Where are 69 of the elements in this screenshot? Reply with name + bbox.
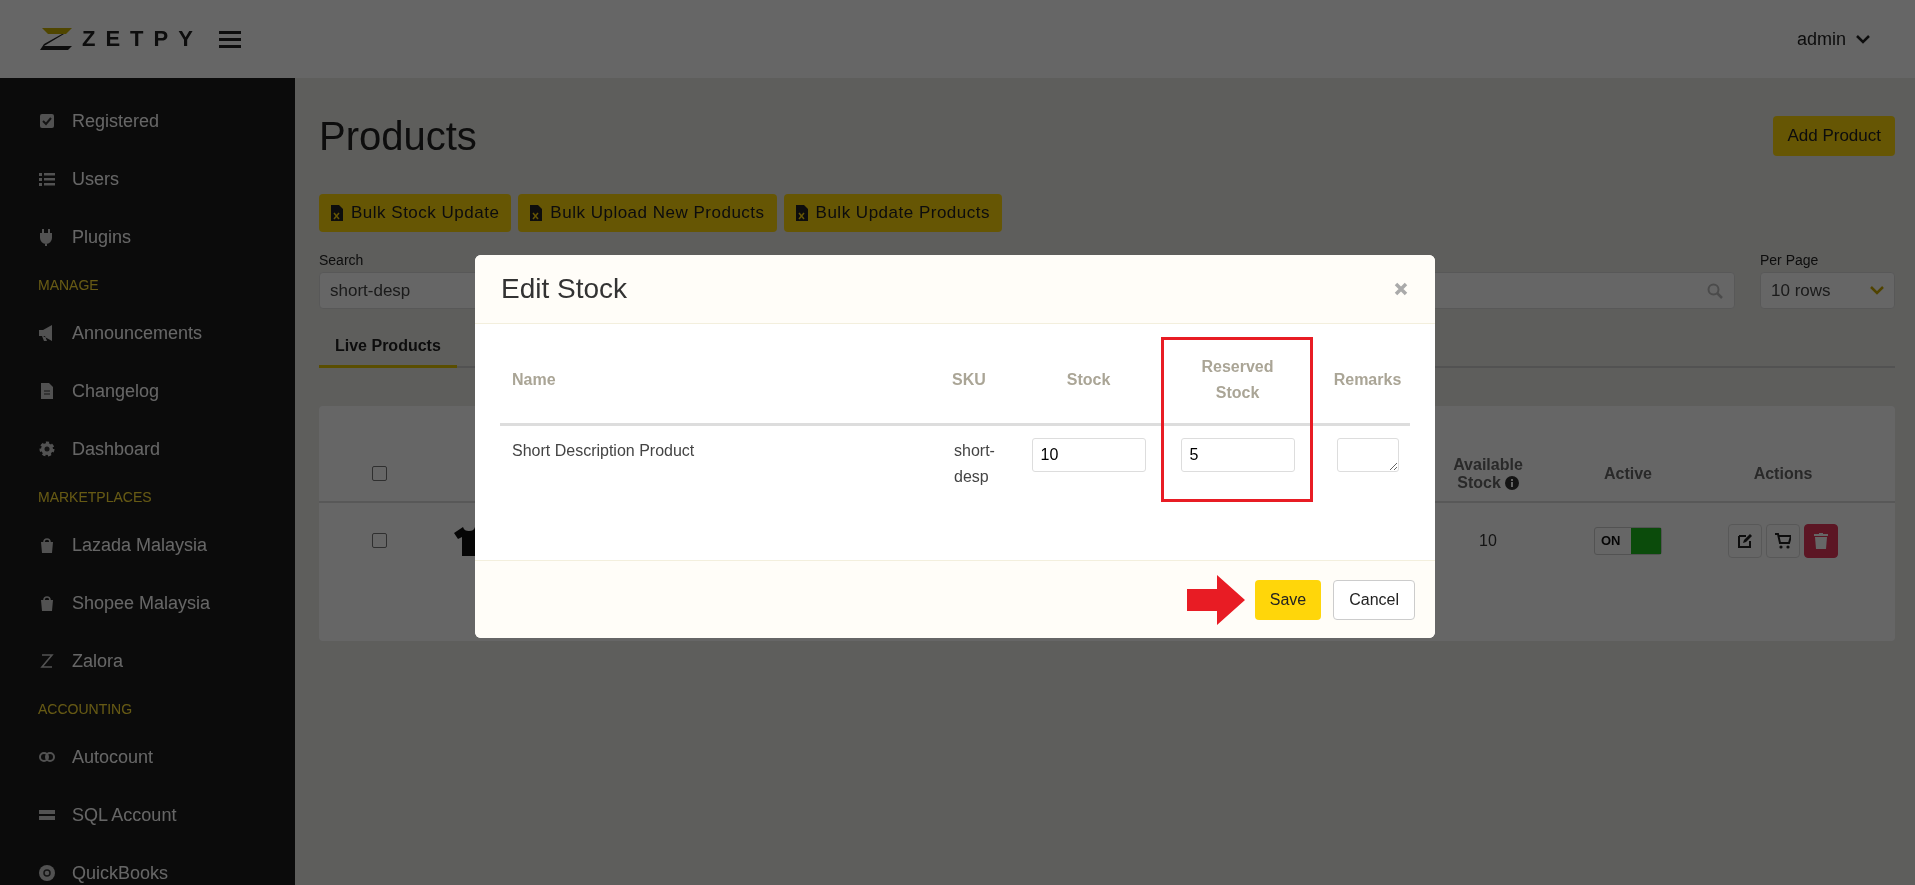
checkbox[interactable] bbox=[371, 466, 387, 481]
sidebar-heading: MANAGE bbox=[38, 276, 100, 295]
chevron-icon bbox=[1870, 286, 1884, 295]
remarks-field[interactable] bbox=[1336, 438, 1399, 472]
table-cell-text: short-desp bbox=[953, 441, 996, 487]
document-icon bbox=[38, 382, 56, 400]
table-cell: 10 bbox=[1479, 531, 1497, 550]
sidebar-heading: MARKETPLACES bbox=[38, 488, 153, 507]
bulk-action-button[interactable]: Bulk Stock Update bbox=[319, 194, 512, 232]
checkbox[interactable] bbox=[371, 533, 387, 548]
sidebar-item[interactable]: QuickBooks bbox=[38, 844, 295, 885]
dialog-title: Edit Stock bbox=[501, 273, 628, 305]
circle-icon bbox=[38, 864, 56, 882]
per-page-dropdown[interactable]: 10 rows bbox=[1760, 272, 1895, 309]
info-icon bbox=[1504, 475, 1519, 490]
sidebar-item[interactable]: Announcements bbox=[38, 304, 295, 362]
excel-file-icon bbox=[795, 205, 808, 221]
bulk-action-button[interactable]: Bulk Update Products bbox=[783, 194, 1002, 232]
settings-icon bbox=[38, 440, 56, 458]
column-header: Active bbox=[1603, 464, 1653, 483]
sidebar-item[interactable]: Shopee Malaysia bbox=[38, 574, 295, 632]
page-title: Products bbox=[319, 113, 477, 159]
shopping-bag-icon bbox=[38, 536, 56, 554]
column-header: Remarks bbox=[1325, 337, 1410, 426]
tab[interactable]: Live Products bbox=[319, 327, 457, 368]
column-header: SKU bbox=[940, 337, 1027, 426]
caret-icon[interactable] bbox=[1856, 34, 1870, 44]
user-name[interactable]: admin bbox=[1796, 28, 1846, 50]
field-label: Per Page bbox=[1760, 252, 1820, 268]
column-header: Stock bbox=[1027, 337, 1150, 426]
sidebar-item[interactable]: Changelog bbox=[38, 362, 295, 420]
menu-icon[interactable] bbox=[218, 30, 241, 48]
sidebar-item[interactable]: Users bbox=[38, 150, 295, 208]
table-cell-text: Short Description Product bbox=[511, 441, 696, 461]
add-product-button[interactable]: Add Product bbox=[1773, 116, 1895, 156]
stock-input[interactable]: 10 bbox=[1031, 438, 1146, 472]
logo-text: ZETPY bbox=[82, 26, 203, 52]
sidebar-item[interactable]: Autocount bbox=[38, 728, 295, 786]
excel-file-icon bbox=[331, 205, 343, 221]
field-label: Search bbox=[319, 252, 365, 268]
bulk-action-button[interactable]: Bulk Upload New Products bbox=[518, 194, 777, 232]
letter-icon bbox=[38, 652, 56, 670]
delete-button[interactable] bbox=[1804, 523, 1838, 558]
edit-icon bbox=[1737, 532, 1753, 549]
column-header: Available Stock bbox=[1452, 455, 1524, 492]
column-header: Name bbox=[500, 337, 940, 426]
sidebar-item[interactable]: Plugins bbox=[38, 208, 295, 266]
excel-file-icon bbox=[530, 205, 543, 221]
cancel-button[interactable]: Cancel bbox=[1333, 579, 1415, 620]
search-icon bbox=[1707, 283, 1723, 299]
list-icon bbox=[38, 170, 56, 188]
save-button[interactable]: Save bbox=[1254, 579, 1322, 620]
cart-button[interactable] bbox=[1766, 523, 1800, 558]
sidebar-item[interactable]: Registered bbox=[38, 92, 295, 150]
sidebar-item[interactable]: Lazada Malaysia bbox=[38, 516, 295, 574]
trash-icon bbox=[1814, 532, 1828, 549]
edit-button[interactable] bbox=[1728, 523, 1762, 558]
cart-icon bbox=[1775, 532, 1791, 549]
sidebar-heading: ACCOUNTING bbox=[38, 700, 134, 719]
shopping-bag-icon bbox=[38, 594, 56, 612]
reserved-stock-input[interactable]: 5 bbox=[1180, 438, 1295, 472]
sidebar-item[interactable]: Dashboard bbox=[38, 420, 295, 478]
sidebar-item[interactable]: Zalora bbox=[38, 632, 295, 690]
logo-icon bbox=[38, 26, 74, 52]
sidebar-item[interactable]: SQL Account bbox=[38, 786, 295, 844]
close-icon[interactable] bbox=[1394, 282, 1408, 296]
column-header: Actions bbox=[1752, 464, 1814, 483]
checkbox-icon bbox=[38, 112, 56, 130]
toggle-switch[interactable]: ON bbox=[1594, 526, 1662, 555]
